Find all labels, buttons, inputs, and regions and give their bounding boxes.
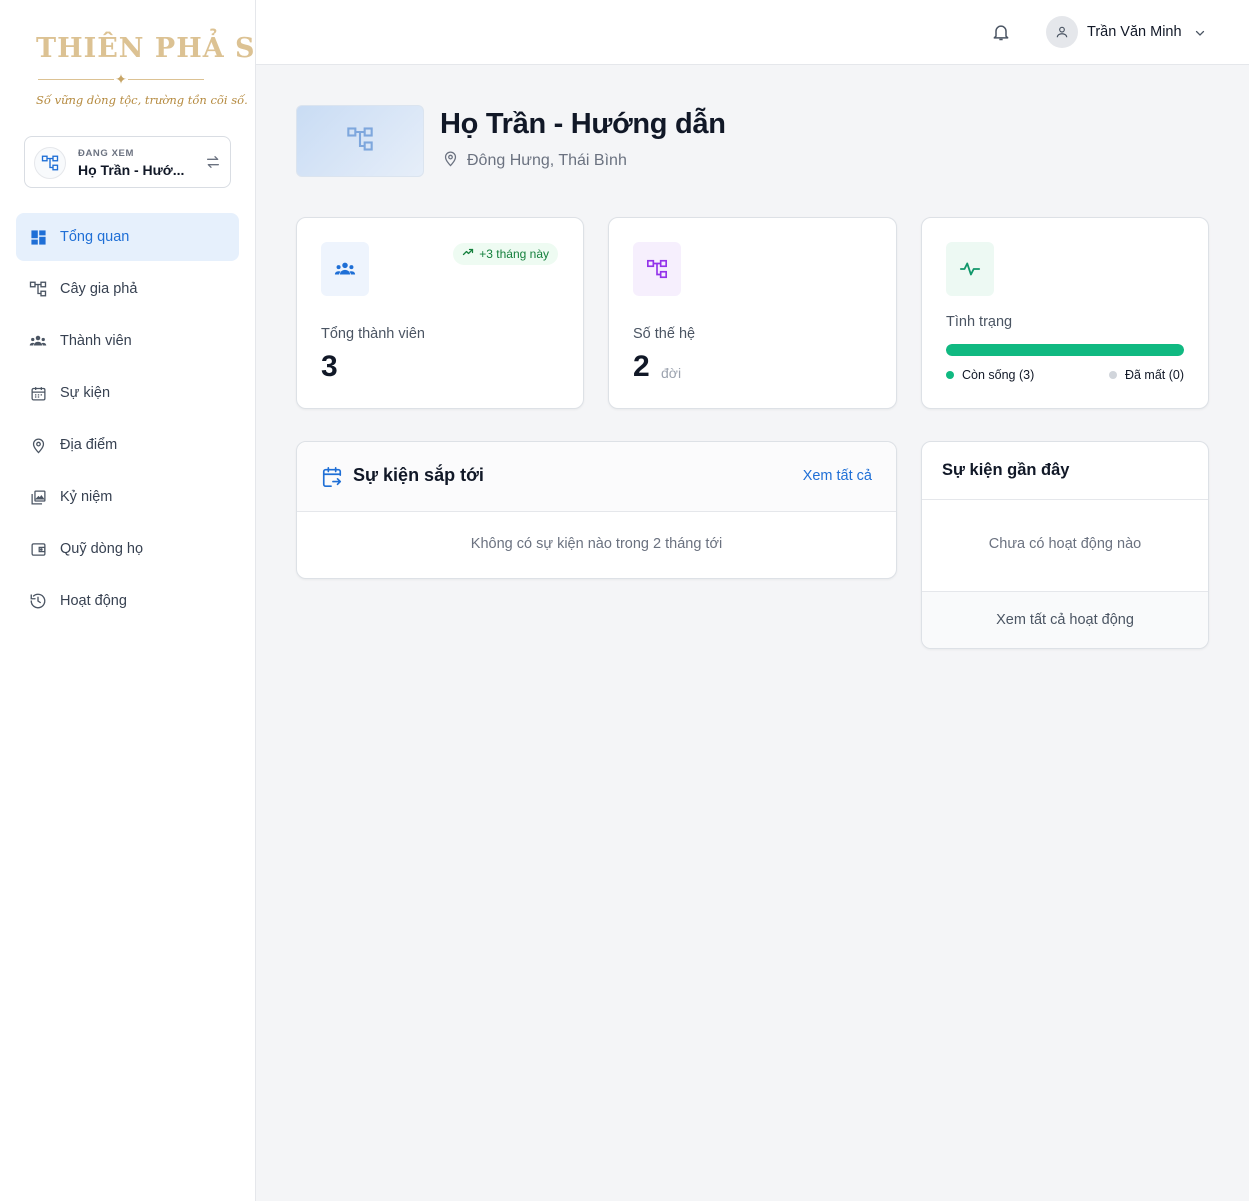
legend-deceased-label: Đã mất (0) bbox=[1124, 368, 1184, 382]
chevron-down-icon bbox=[1194, 26, 1206, 38]
swap-arrows-icon[interactable] bbox=[204, 153, 222, 171]
notification-bell-icon[interactable] bbox=[991, 22, 1011, 42]
family-switcher[interactable]: ĐANG XEM Họ Trần - Hướ... bbox=[24, 136, 231, 188]
sidebar-item-overview[interactable]: Tổng quan bbox=[16, 213, 239, 261]
status-progress-bar bbox=[946, 344, 1184, 356]
sidebar-item-label: Sự kiện bbox=[60, 385, 111, 401]
calendar-icon bbox=[29, 384, 47, 402]
panel-title: Sự kiện sắp tới bbox=[353, 465, 484, 485]
sidebar-item-label: Hoạt động bbox=[60, 593, 127, 609]
view-all-link[interactable]: Xem tất cả bbox=[803, 468, 872, 484]
legend-alive-label: Còn sống (3) bbox=[962, 368, 1035, 382]
legend-deceased: Đã mất (0) bbox=[1108, 368, 1184, 382]
stat-card-status[interactable]: Tình trạng Còn sống (3) Đã mất (0) bbox=[921, 217, 1209, 409]
dashboard-icon bbox=[29, 228, 47, 246]
panel-title: Sự kiện gần đây bbox=[942, 461, 1070, 479]
family-location: Đông Hưng, Thái Bình bbox=[442, 151, 627, 171]
topbar: Trần Văn Minh bbox=[256, 0, 1249, 65]
trend-badge: +3 tháng này bbox=[453, 243, 558, 265]
photo-library-icon bbox=[29, 488, 47, 506]
family-location-text: Đông Hưng, Thái Bình bbox=[467, 152, 627, 169]
people-icon bbox=[321, 242, 369, 296]
sidebar-item-label: Kỷ niệm bbox=[60, 489, 113, 505]
avatar bbox=[1046, 16, 1078, 48]
sidebar-item-label: Tổng quan bbox=[60, 229, 130, 245]
location-pin-icon bbox=[442, 150, 459, 172]
user-name: Trần Văn Minh bbox=[1087, 24, 1182, 40]
sidebar: THIÊN PHẢ SỐ ✦ Số vững dòng tộc, trường … bbox=[0, 0, 281, 1201]
sidebar-item-events[interactable]: Sự kiện bbox=[16, 369, 239, 417]
recent-events-panel: Sự kiện gần đây Chưa có hoạt động nào Xe… bbox=[921, 441, 1209, 649]
stat-unit: đời bbox=[661, 365, 682, 381]
stat-card-members[interactable]: +3 tháng này Tổng thành viên 3 bbox=[296, 217, 584, 409]
sidebar-item-family-fund[interactable]: Quỹ dòng họ bbox=[16, 525, 239, 573]
stat-label: Tổng thành viên bbox=[321, 326, 425, 342]
sidebar-item-memories[interactable]: Kỷ niệm bbox=[16, 473, 239, 521]
alive-dot bbox=[946, 371, 954, 379]
trend-text: +3 tháng này bbox=[479, 247, 549, 261]
family-switcher-name: Họ Trần - Hướ... bbox=[78, 162, 185, 178]
logo-slogan: Số vững dòng tộc, trường tồn cõi số. bbox=[36, 93, 248, 107]
app-logo[interactable]: THIÊN PHẢ SỐ ✦ Số vững dòng tộc, trường … bbox=[36, 30, 281, 116]
sidebar-item-label: Quỹ dòng họ bbox=[60, 541, 144, 557]
sidebar-item-places[interactable]: Địa điểm bbox=[16, 421, 239, 469]
sidebar-item-family-tree[interactable]: Cây gia phả bbox=[16, 265, 239, 313]
sidebar-item-label: Thành viên bbox=[60, 333, 132, 349]
sparkle-icon: ✦ bbox=[114, 70, 128, 88]
stat-card-generations[interactable]: Số thế hệ 2 đời bbox=[608, 217, 897, 409]
status-progress-fill bbox=[946, 344, 1184, 356]
sidebar-item-activity[interactable]: Hoạt động bbox=[16, 577, 239, 625]
sidebar-item-label: Cây gia phả bbox=[60, 281, 138, 297]
stat-label: Tình trạng bbox=[946, 314, 1013, 330]
family-tree-icon bbox=[34, 147, 66, 179]
stat-label: Số thế hệ bbox=[633, 326, 696, 342]
stat-value: 3 bbox=[321, 350, 338, 383]
sidebar-item-members[interactable]: Thành viên bbox=[16, 317, 239, 365]
people-icon bbox=[29, 332, 47, 350]
tree-icon bbox=[633, 242, 681, 296]
location-pin-icon bbox=[29, 436, 47, 454]
upcoming-events-panel: Sự kiện sắp tới Xem tất cả Không có sự k… bbox=[296, 441, 897, 579]
history-icon bbox=[29, 592, 47, 610]
pulse-icon bbox=[946, 242, 994, 296]
tree-icon bbox=[29, 280, 47, 298]
stat-value: 2 bbox=[633, 350, 650, 383]
deceased-dot bbox=[1108, 371, 1117, 379]
view-all-activity-button[interactable]: Xem tất cả hoạt động bbox=[922, 591, 1208, 648]
family-switcher-caption: ĐANG XEM bbox=[78, 148, 134, 159]
sidebar-item-label: Địa điểm bbox=[60, 437, 118, 453]
user-menu[interactable]: Trần Văn Minh bbox=[1046, 16, 1206, 48]
legend-alive: Còn sống (3) bbox=[946, 368, 1034, 382]
family-cover-image bbox=[296, 105, 424, 177]
panel-header: Sự kiện gần đây bbox=[922, 442, 1208, 500]
logo-wordmark: THIÊN PHẢ SỐ bbox=[36, 33, 281, 64]
empty-state-text: Không có sự kiện nào trong 2 tháng tới bbox=[470, 536, 723, 552]
family-tree-icon bbox=[346, 125, 374, 158]
empty-state-text: Chưa có hoạt động nào bbox=[988, 536, 1142, 552]
wallet-icon bbox=[29, 540, 47, 558]
page-title: Họ Trần - Hướng dẫn bbox=[440, 108, 726, 140]
sidebar-nav: Tổng quan Cây gia phả Thành viên Sự kiện… bbox=[16, 213, 239, 629]
calendar-arrow-icon bbox=[321, 466, 343, 488]
trending-up-icon bbox=[462, 245, 474, 263]
panel-header: Sự kiện sắp tới Xem tất cả bbox=[297, 442, 896, 512]
